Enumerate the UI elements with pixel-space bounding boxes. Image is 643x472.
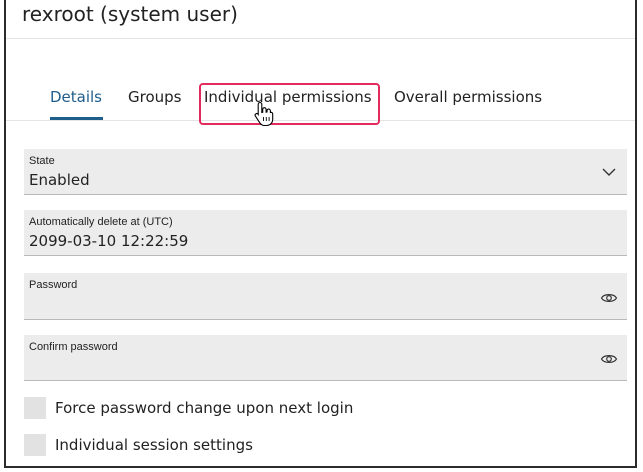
state-label: State xyxy=(29,155,55,167)
force-password-change-checkbox[interactable] xyxy=(24,397,46,419)
title-divider xyxy=(6,38,635,39)
auto-delete-label: Automatically delete at (UTC) xyxy=(29,216,173,228)
user-detail-panel: rexroot (system user) Details Groups Ind… xyxy=(4,0,637,468)
page-title: rexroot (system user) xyxy=(22,2,238,26)
chevron-down-icon[interactable] xyxy=(600,163,618,181)
active-tab-indicator xyxy=(50,117,103,120)
hand-cursor-icon xyxy=(254,101,274,127)
tab-highlight-box xyxy=(199,83,380,125)
password-label: Password xyxy=(29,279,78,291)
individual-session-checkbox[interactable] xyxy=(24,434,46,456)
auto-delete-field[interactable]: Automatically delete at (UTC) 2099-03-10… xyxy=(24,210,627,256)
password-field[interactable]: Password xyxy=(24,273,627,320)
force-password-change-label: Force password change upon next login xyxy=(55,399,354,417)
confirm-password-label: Confirm password xyxy=(29,341,118,353)
eye-icon[interactable] xyxy=(600,289,618,307)
tab-groups[interactable]: Groups xyxy=(128,88,181,106)
tab-details[interactable]: Details xyxy=(50,88,102,106)
state-value: Enabled xyxy=(29,171,90,189)
confirm-password-field[interactable]: Confirm password xyxy=(24,335,627,381)
tab-overall-permissions[interactable]: Overall permissions xyxy=(394,88,542,106)
auto-delete-value: 2099-03-10 12:22:59 xyxy=(29,232,189,250)
individual-session-label: Individual session settings xyxy=(55,436,253,454)
eye-icon[interactable] xyxy=(600,350,618,368)
state-select[interactable]: State Enabled xyxy=(24,149,627,195)
